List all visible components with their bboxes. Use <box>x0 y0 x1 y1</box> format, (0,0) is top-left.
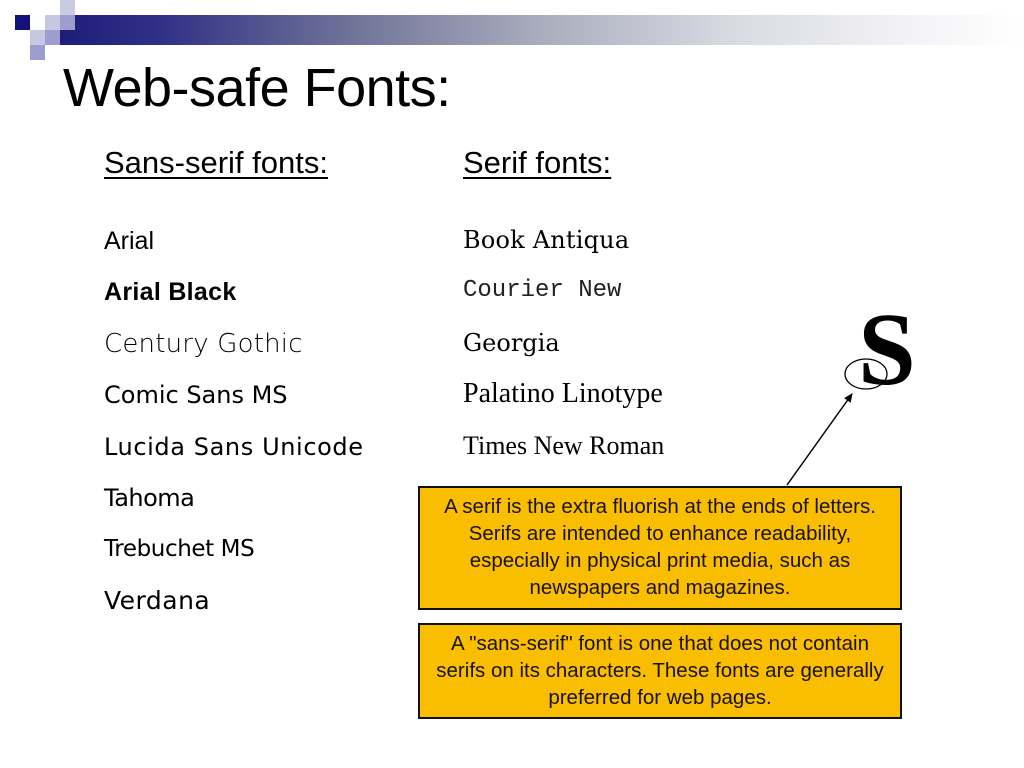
font-sample-trebuchet: Trebuchet MS <box>104 536 255 563</box>
deco-square <box>60 15 75 30</box>
font-sample-georgia: Georgia <box>463 328 560 357</box>
slide-title: Web-safe Fonts: <box>63 58 451 118</box>
serif-definition-note: A serif is the extra fluorish at the end… <box>418 486 902 610</box>
font-sample-tahoma: Tahoma <box>104 483 195 512</box>
font-sample-verdana: Verdana <box>104 585 211 615</box>
deco-square <box>15 15 30 30</box>
font-sample-lucida-sans-unicode: Lucida Sans Unicode <box>104 432 364 461</box>
sans-serif-font-list: Arial Arial Black Century Gothic Comic S… <box>104 224 364 635</box>
callout-arrow <box>786 393 853 486</box>
serif-heading: Serif fonts: <box>463 145 612 180</box>
sans-serif-definition-note: A "sans-serif" font is one that does not… <box>418 623 902 719</box>
font-sample-arial-black: Arial Black <box>104 278 237 307</box>
serif-font-list: Book Antiqua Courier New Georgia Palatin… <box>463 223 664 480</box>
deco-square <box>30 30 45 45</box>
sans-serif-heading: Sans-serif fonts: <box>104 145 328 180</box>
header-gradient-bar <box>60 15 1024 45</box>
font-sample-comic-sans: Comic Sans MS <box>104 381 288 410</box>
font-sample-century-gothic: Century Gothic <box>104 328 303 359</box>
deco-square <box>30 45 45 60</box>
font-sample-arial: Arial <box>104 227 155 255</box>
font-sample-times-new-roman: Times New Roman <box>463 430 665 460</box>
deco-square <box>45 30 60 45</box>
deco-square <box>60 0 75 15</box>
font-sample-courier-new: Courier New <box>463 277 622 305</box>
font-sample-book-antiqua: Book Antiqua <box>463 226 630 254</box>
serif-letter-example: S <box>858 292 916 407</box>
font-sample-palatino: Palatino Linotype <box>463 378 663 410</box>
deco-square <box>45 15 60 30</box>
